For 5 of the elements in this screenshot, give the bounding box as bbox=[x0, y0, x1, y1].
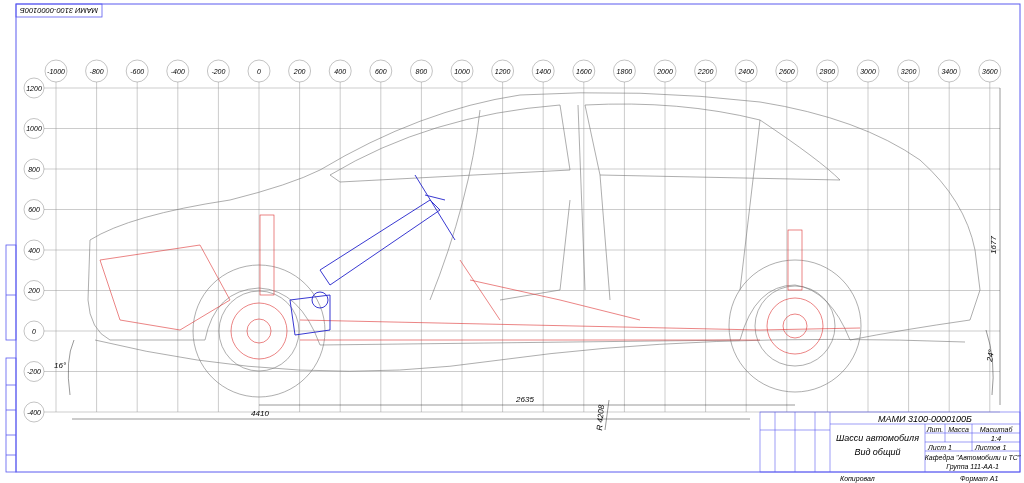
drawing-designation: МАМИ 3100-0000100Б bbox=[878, 413, 972, 424]
drawing-title: Вид общий bbox=[854, 447, 901, 457]
angle-dimension: 24° bbox=[985, 329, 997, 396]
drawing-title: Шасси автомобиля bbox=[836, 433, 919, 443]
angle-dimension: 16° bbox=[54, 339, 75, 396]
